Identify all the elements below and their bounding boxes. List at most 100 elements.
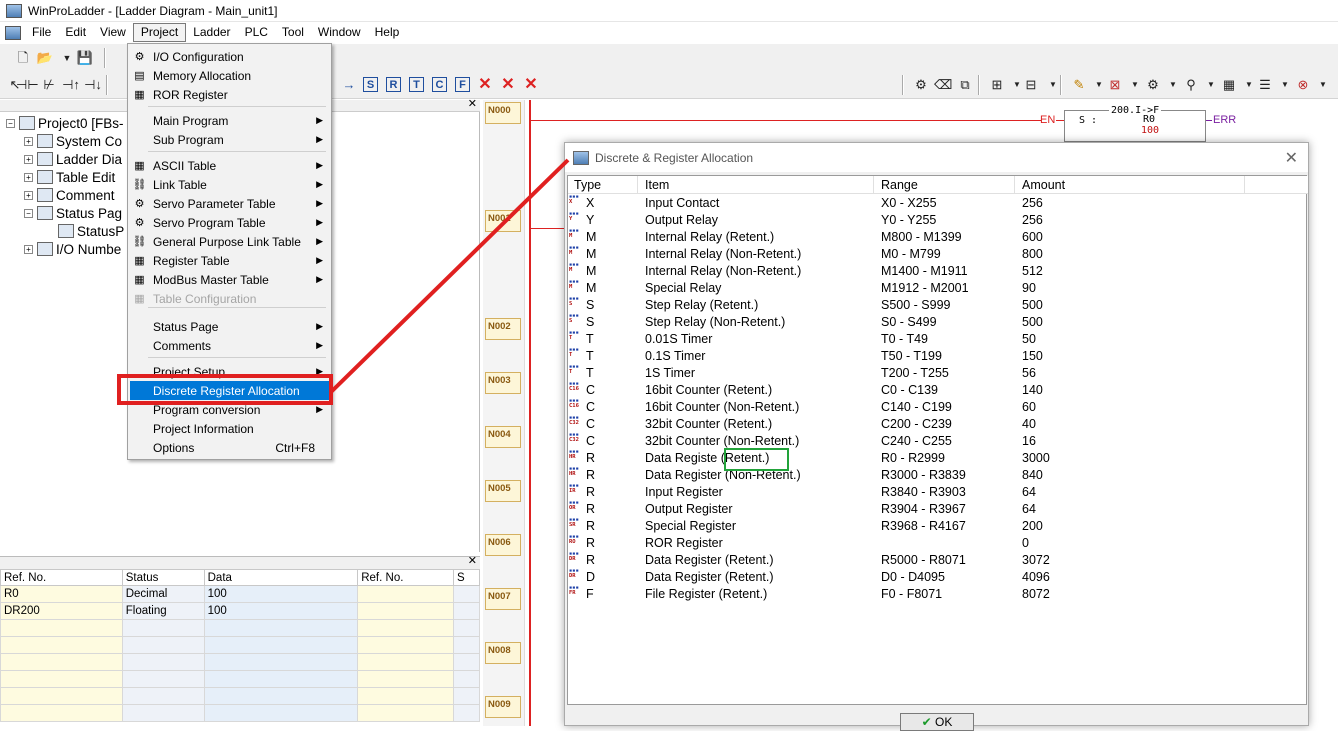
col-header-type[interactable]: Type bbox=[574, 178, 601, 192]
list-item[interactable]: ▪▪▪ HR R Data Registe (Retent.) R0 - R2999 30… bbox=[568, 449, 1306, 467]
list-item[interactable]: ▪▪▪ T T 0.01S Timer T0 - T49 50 bbox=[568, 330, 1306, 348]
list-item[interactable]: ▪▪▪ M M Internal Relay (Non-Retent.) M1400 -… bbox=[568, 262, 1306, 280]
table-row[interactable] bbox=[0, 687, 480, 705]
expand-icon[interactable]: + bbox=[24, 172, 33, 182]
menu-item-general-purpose-link-table[interactable]: ⛓ General Purpose Link Table ▶ bbox=[130, 232, 329, 251]
set-icon[interactable]: S bbox=[363, 77, 378, 92]
menu-edit[interactable]: Edit bbox=[58, 23, 93, 42]
register-icon[interactable]: ⊟ bbox=[1022, 76, 1040, 94]
contact-up-icon[interactable]: ⊣↑ bbox=[62, 76, 80, 94]
col-header-status[interactable]: Status bbox=[121, 569, 205, 586]
menu-item-servo-program-table[interactable]: ⚙ Servo Program Table ▶ bbox=[130, 213, 329, 232]
menu-item-memory-allocation[interactable]: ▤ Memory Allocation bbox=[130, 66, 329, 85]
collapse-icon[interactable]: − bbox=[24, 208, 33, 218]
menu-file[interactable]: File bbox=[25, 23, 58, 42]
close-icon[interactable]: ✕ bbox=[468, 554, 477, 567]
document-icon[interactable] bbox=[5, 25, 21, 40]
cell-ref2[interactable] bbox=[357, 602, 455, 620]
list-item[interactable]: ▪▪▪ M M Special Relay M1912 - M2001 90 bbox=[568, 279, 1306, 297]
table-row[interactable]: R0 Decimal 100 bbox=[0, 585, 480, 603]
list-item[interactable]: ▪▪▪ S S Step Relay (Non-Retent.) S0 - S499 50… bbox=[568, 313, 1306, 331]
cell-status2[interactable] bbox=[453, 585, 480, 603]
list-item[interactable]: ▪▪▪ RO R ROR Register 0 bbox=[568, 534, 1306, 552]
menu-ladder[interactable]: Ladder bbox=[186, 23, 237, 42]
ok-button[interactable]: ✔ OK bbox=[900, 713, 974, 731]
list-item[interactable]: ▪▪▪ OR R Output Register R3904 - R3967 64 bbox=[568, 500, 1306, 518]
list-item[interactable]: ▪▪▪ SR R Special Register R3968 - R4167 200 bbox=[568, 517, 1306, 535]
rung-label[interactable]: N003 bbox=[485, 372, 521, 394]
contact-no-icon[interactable]: ⊣⊢ bbox=[16, 76, 39, 94]
reset-icon[interactable]: R bbox=[386, 77, 401, 92]
menu-plc[interactable]: PLC bbox=[238, 23, 275, 42]
list-item[interactable]: ▪▪▪ C16 C 16bit Counter (Retent.) C0 - C139 1… bbox=[568, 381, 1306, 399]
dropdown-arrow-icon[interactable]: ▼ bbox=[58, 49, 76, 67]
cell-data[interactable]: 100 bbox=[203, 585, 359, 603]
dropdown-arrow-icon[interactable]: ▼ bbox=[1126, 76, 1144, 94]
status-icon[interactable]: ⊠ bbox=[1106, 76, 1124, 94]
col-header-data[interactable]: Data bbox=[203, 569, 359, 586]
cell-status[interactable]: Floating bbox=[121, 602, 205, 620]
list-item[interactable]: ▪▪▪ HR R Data Register (Non-Retent.) R3000 -… bbox=[568, 466, 1306, 484]
tree-item-system-config[interactable]: + System Co bbox=[24, 132, 122, 150]
dropdown-arrow-icon[interactable]: ▼ bbox=[1164, 76, 1182, 94]
menu-item-modbus-master-table[interactable]: ▦ ModBus Master Table ▶ bbox=[130, 270, 329, 289]
menu-item-ascii-table[interactable]: ▦ ASCII Table ▶ bbox=[130, 156, 329, 175]
menu-item-project-information[interactable]: Project Information bbox=[130, 419, 329, 438]
cell-ref[interactable]: DR200 bbox=[0, 602, 123, 620]
contact-nc-icon[interactable]: ⊬ bbox=[40, 76, 58, 94]
col-header-ref2[interactable]: Ref. No. bbox=[357, 569, 455, 586]
rung-label[interactable]: N000 bbox=[485, 102, 521, 124]
menu-item-i-o-configuration[interactable]: ⚙ I/O Configuration bbox=[130, 47, 329, 66]
menu-item-status-page[interactable]: Status Page ▶ bbox=[130, 317, 329, 336]
delete-icon[interactable]: ✕ bbox=[476, 76, 494, 94]
arrow-right-icon[interactable]: → bbox=[340, 76, 358, 94]
collapse-icon[interactable]: − bbox=[6, 118, 15, 128]
function-block[interactable]: 200.I->F S : R0 100 bbox=[1064, 105, 1206, 142]
menu-project[interactable]: Project bbox=[132, 23, 187, 42]
erase-icon[interactable]: ⌫ bbox=[934, 76, 952, 94]
close-icon[interactable]: ✕ bbox=[468, 97, 477, 110]
list-item[interactable]: ▪▪▪ T T 1S Timer T200 - T255 56 bbox=[568, 364, 1306, 382]
list-item[interactable]: ▪▪▪ X X Input Contact X0 - X255 256 bbox=[568, 194, 1306, 212]
expand-icon[interactable]: + bbox=[24, 154, 33, 164]
tree-item-comment[interactable]: + Comment bbox=[24, 186, 115, 204]
cell-status[interactable]: Decimal bbox=[121, 585, 205, 603]
tree-item-io-numbering[interactable]: + I/O Numbe bbox=[24, 240, 121, 258]
io-icon[interactable]: ⊞ bbox=[988, 76, 1006, 94]
cell-status2[interactable] bbox=[453, 602, 480, 620]
list-item[interactable]: ▪▪▪ DR D Data Register (Retent.) D0 - D4095 4… bbox=[568, 568, 1306, 586]
menu-item-link-table[interactable]: ⛓ Link Table ▶ bbox=[130, 175, 329, 194]
table-row[interactable] bbox=[0, 619, 480, 637]
dropdown-arrow-icon[interactable]: ▼ bbox=[1202, 76, 1220, 94]
list-item[interactable]: ▪▪▪ M M Internal Relay (Non-Retent.) M0 - M7… bbox=[568, 245, 1306, 263]
rung-label[interactable]: N005 bbox=[485, 480, 521, 502]
col-header-amount[interactable]: Amount bbox=[1022, 178, 1065, 192]
menu-window[interactable]: Window bbox=[311, 23, 368, 42]
menu-tool[interactable]: Tool bbox=[275, 23, 311, 42]
menu-view[interactable]: View bbox=[93, 23, 133, 42]
list-item[interactable]: ▪▪▪ DR R Data Register (Retent.) R5000 - R80… bbox=[568, 551, 1306, 569]
list-item[interactable]: ▪▪▪ IR R Input Register R3840 - R3903 64 bbox=[568, 483, 1306, 501]
col-header-ref[interactable]: Ref. No. bbox=[0, 569, 123, 586]
close-icon[interactable]: ✕ bbox=[1285, 148, 1298, 168]
timer-icon[interactable]: T bbox=[409, 77, 424, 92]
menu-item-sub-program[interactable]: Sub Program ▶ bbox=[130, 130, 329, 149]
contact-down-icon[interactable]: ⊣↓ bbox=[84, 76, 102, 94]
table-row[interactable] bbox=[0, 636, 480, 654]
delete-row-icon[interactable]: ✕ bbox=[499, 76, 517, 94]
cell-ref2[interactable] bbox=[357, 585, 455, 603]
search-icon[interactable]: ⚲ bbox=[1182, 76, 1200, 94]
gear-icon[interactable]: ⚙ bbox=[1144, 76, 1162, 94]
col-header-status2[interactable]: S bbox=[453, 569, 480, 586]
counter-icon[interactable]: C bbox=[432, 77, 447, 92]
cell-ref[interactable]: R0 bbox=[0, 585, 123, 603]
list-item[interactable]: ▪▪▪ FR F File Register (Retent.) F0 - F8071 8… bbox=[568, 585, 1306, 603]
menu-item-options[interactable]: Options Ctrl+F8 bbox=[130, 438, 329, 457]
save-icon[interactable]: 💾 bbox=[76, 49, 94, 67]
expand-icon[interactable]: + bbox=[24, 136, 33, 146]
list-item[interactable]: ▪▪▪ C32 C 32bit Counter (Retent.) C200 - C23… bbox=[568, 415, 1306, 433]
list-item[interactable]: ▪▪▪ S S Step Relay (Retent.) S500 - S999 500 bbox=[568, 296, 1306, 314]
tree-item-status-page[interactable]: − Status Pag bbox=[24, 204, 122, 222]
table-row[interactable] bbox=[0, 704, 480, 722]
dropdown-arrow-icon[interactable]: ▼ bbox=[1276, 76, 1294, 94]
